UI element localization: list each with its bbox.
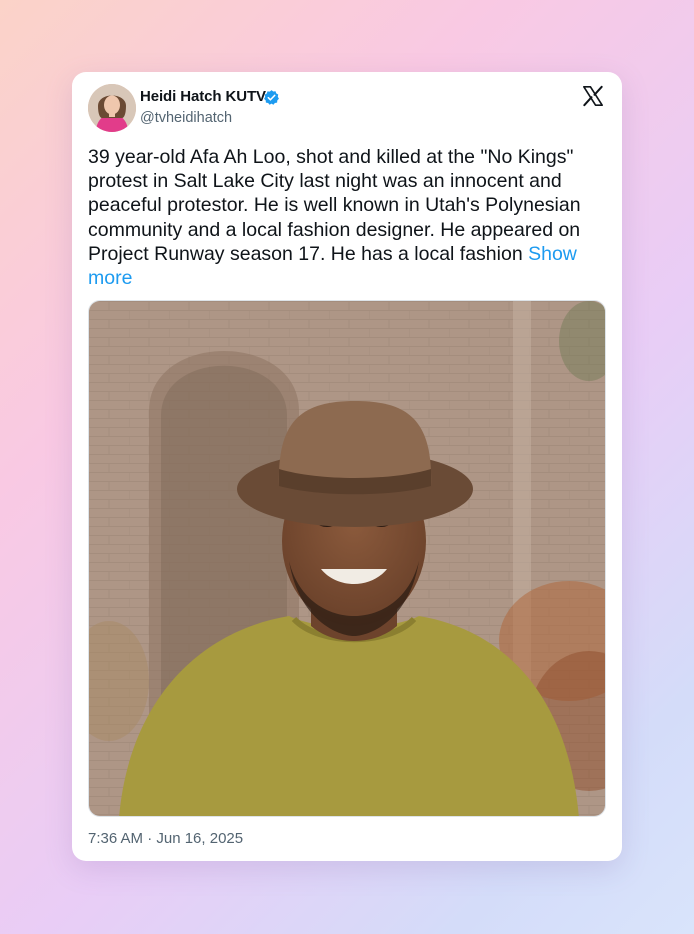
display-name[interactable]: Heidi Hatch KUTV [140,88,266,105]
tweet-timestamp[interactable]: 7:36 AM · Jun 16, 2025 [88,830,243,847]
tweet-card[interactable]: Heidi Hatch KUTV @tvheidihatch 39 year-o… [72,72,622,861]
tweet-media-photo[interactable] [88,300,606,817]
x-logo-icon[interactable] [582,85,604,107]
verified-badge-icon [263,89,280,106]
user-handle[interactable]: @tvheidihatch [140,110,232,126]
avatar[interactable] [88,84,136,132]
tweet-body: 39 year-old Afa Ah Loo, shot and killed … [88,146,581,265]
tweet-text: 39 year-old Afa Ah Loo, shot and killed … [88,145,603,290]
